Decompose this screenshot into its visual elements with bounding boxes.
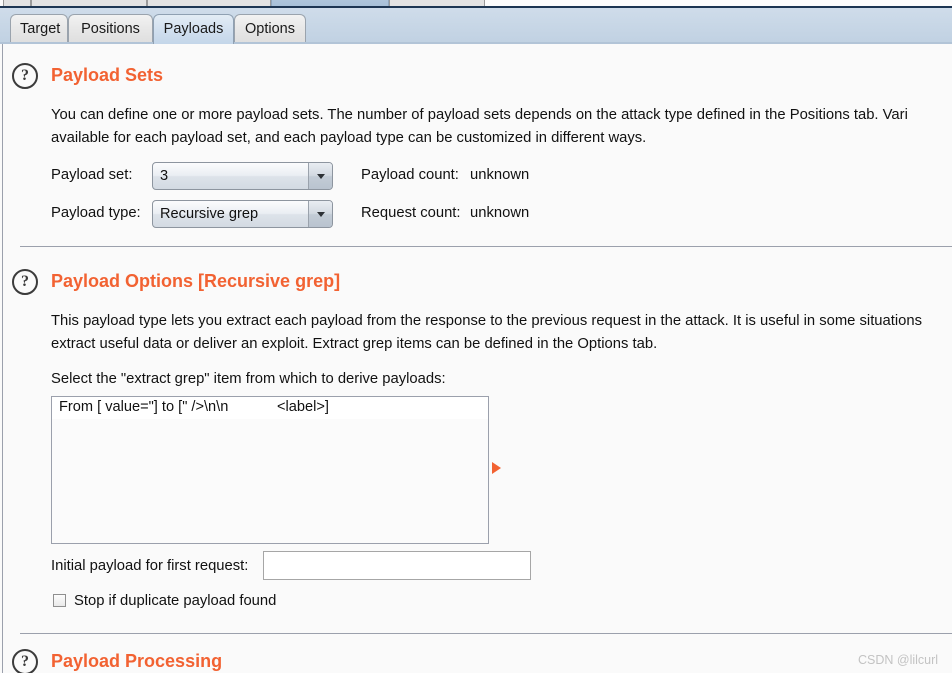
tab-positions[interactable]: Positions bbox=[68, 14, 153, 44]
tab-payloads[interactable]: Payloads bbox=[153, 14, 234, 44]
payload-type-dropdown-value: Recursive grep bbox=[160, 206, 259, 222]
play-triangle-icon[interactable] bbox=[492, 462, 501, 474]
section-divider-1 bbox=[20, 246, 952, 247]
payload-options-title: Payload Options [Recursive grep] bbox=[51, 271, 341, 291]
request-count-value: unknown bbox=[470, 205, 530, 221]
payload-count-label: Payload count: bbox=[361, 167, 459, 183]
payload-sets-description-line2: available for each payload set, and each… bbox=[51, 130, 647, 146]
payload-sets-description-line1: You can define one or more payload sets.… bbox=[51, 107, 908, 123]
payload-set-dropdown-value: 3 bbox=[160, 168, 169, 184]
payload-options-description-line1: This payload type lets you extract each … bbox=[51, 313, 923, 329]
payload-options-description-line2: extract useful data or deliver an exploi… bbox=[51, 336, 658, 352]
extract-grep-listbox[interactable]: From [ value="] to [" />\n\n <label>] bbox=[51, 396, 489, 544]
list-item[interactable]: From [ value="] to [" />\n\n <label>] bbox=[52, 397, 488, 419]
watermark: CSDN @lilcurl bbox=[858, 653, 939, 667]
payload-count-value: unknown bbox=[470, 167, 530, 183]
request-count-label: Request count: bbox=[361, 205, 461, 221]
payload-type-dropdown-button[interactable] bbox=[308, 201, 332, 227]
question-circle-icon-payload-processing[interactable]: ? bbox=[12, 649, 38, 673]
tab-options[interactable]: Options bbox=[234, 14, 306, 44]
stop-duplicate-label: Stop if duplicate payload found bbox=[74, 593, 277, 609]
panel-left-border bbox=[2, 44, 3, 673]
payload-type-label: Payload type: bbox=[51, 205, 141, 221]
payload-processing-title: Payload Processing bbox=[51, 651, 223, 671]
question-circle-icon-payload-options[interactable]: ? bbox=[12, 269, 38, 295]
payload-set-dropdown-button[interactable] bbox=[308, 163, 332, 189]
payload-sets-title: Payload Sets bbox=[51, 65, 164, 85]
tab-bar: Target Positions Payloads Options bbox=[0, 8, 952, 44]
payload-set-dropdown[interactable]: 3 bbox=[152, 162, 333, 190]
burp-intruder-payloads-panel: Target Positions Payloads Options ? Payl… bbox=[0, 0, 952, 673]
initial-payload-input[interactable] bbox=[263, 551, 531, 580]
tab-target[interactable]: Target bbox=[10, 14, 68, 44]
payload-set-label: Payload set: bbox=[51, 167, 133, 183]
chevron-down-icon bbox=[316, 174, 325, 179]
upper-tab-strip bbox=[0, 0, 952, 8]
stop-duplicate-checkbox[interactable] bbox=[53, 594, 66, 607]
payloads-panel-body: ? Payload Sets You can define one or mor… bbox=[0, 44, 952, 673]
extract-grep-select-label: Select the "extract grep" item from whic… bbox=[51, 371, 446, 387]
payload-type-dropdown[interactable]: Recursive grep bbox=[152, 200, 333, 228]
initial-payload-label: Initial payload for first request: bbox=[51, 558, 249, 574]
section-divider-2 bbox=[20, 633, 952, 634]
chevron-down-icon bbox=[316, 212, 325, 217]
question-circle-icon-payload-sets[interactable]: ? bbox=[12, 63, 38, 89]
